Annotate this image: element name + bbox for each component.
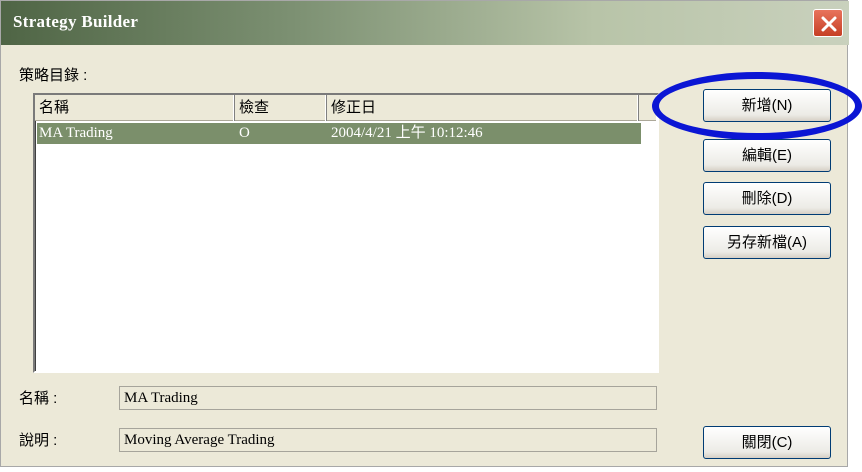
edit-button[interactable]: 編輯(E) (703, 139, 831, 172)
row-check: O (239, 125, 250, 141)
strategy-builder-window: Strategy Builder 策略目錄 : 名稱 檢查 修正日 MA Tra… (0, 0, 849, 467)
close-button[interactable]: 關閉(C) (703, 426, 831, 459)
row-modified: 2004/4/21 上午 10:12:46 (331, 125, 483, 141)
save-as-button[interactable]: 另存新檔(A) (703, 226, 831, 259)
name-field: MA Trading (119, 386, 657, 410)
table-row[interactable]: MA Trading O 2004/4/21 上午 10:12:46 (37, 123, 641, 144)
description-field: Moving Average Trading (119, 428, 657, 452)
list-header: 名稱 檢查 修正日 (35, 95, 657, 121)
column-header-modified[interactable]: 修正日 (327, 95, 639, 121)
delete-button[interactable]: 刪除(D) (703, 182, 831, 215)
title-bar[interactable]: Strategy Builder (1, 1, 849, 45)
column-header-check[interactable]: 檢查 (235, 95, 327, 121)
close-icon (821, 16, 837, 32)
column-header-name[interactable]: 名稱 (35, 95, 235, 121)
close-window-button[interactable] (813, 9, 843, 37)
description-label: 說明 : (19, 432, 58, 449)
row-name: MA Trading (39, 125, 113, 141)
strategy-list-label: 策略目錄 : (19, 67, 88, 84)
name-label: 名稱 : (19, 390, 58, 407)
strategy-list[interactable]: 名稱 檢查 修正日 MA Trading O 2004/4/21 上午 10:1… (33, 93, 659, 373)
window-title: Strategy Builder (13, 12, 139, 31)
highlight-ellipse (652, 72, 862, 140)
